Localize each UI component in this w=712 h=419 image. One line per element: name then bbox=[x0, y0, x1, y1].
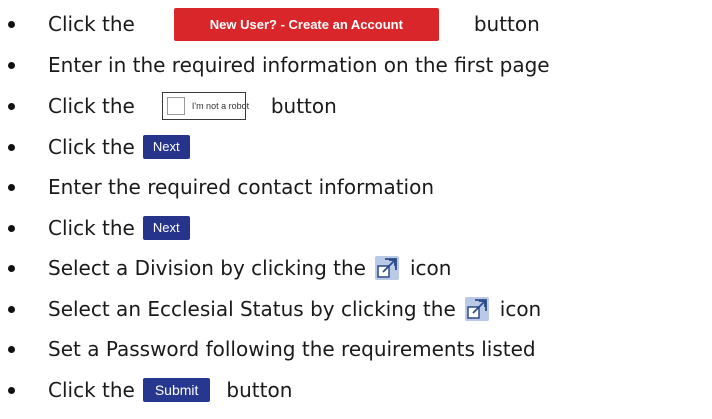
step-text: Click the bbox=[48, 94, 135, 118]
step-text-after: button bbox=[270, 94, 337, 118]
bullet-icon bbox=[8, 61, 15, 69]
bullet-icon bbox=[8, 345, 15, 353]
step-text-after: button bbox=[226, 378, 293, 402]
bullet-icon bbox=[8, 183, 15, 191]
checkbox-icon[interactable] bbox=[166, 97, 185, 115]
list-item-division: Select a Division by clicking the icon bbox=[8, 251, 451, 285]
list-item-create-account: Click the New User? - Create an Account … bbox=[8, 7, 540, 41]
step-text: Select a Division by clicking the bbox=[48, 256, 366, 280]
step-text: Click the bbox=[48, 378, 135, 402]
list-item-enter-info: Enter in the required information on the… bbox=[8, 48, 550, 82]
lookup-popup-icon[interactable] bbox=[464, 296, 490, 322]
next-button[interactable]: Next bbox=[142, 135, 190, 159]
bullet-icon bbox=[8, 305, 15, 313]
lookup-popup-icon[interactable] bbox=[374, 255, 400, 281]
step-text-after: icon bbox=[499, 297, 542, 321]
bullet-icon bbox=[8, 20, 15, 28]
bullet-icon bbox=[8, 143, 15, 151]
list-item-next-1: Click the Next bbox=[8, 130, 190, 164]
list-item-next-2: Click the Next bbox=[8, 211, 190, 245]
recaptcha-checkbox[interactable]: I'm not a robot bbox=[161, 92, 250, 120]
recaptcha-label: I'm not a robot bbox=[191, 101, 250, 111]
submit-button[interactable]: Submit bbox=[142, 378, 211, 402]
step-text: Enter in the required information on the… bbox=[48, 53, 550, 77]
step-text: Click the bbox=[48, 135, 135, 159]
create-account-button[interactable]: New User? - Create an Account bbox=[173, 7, 439, 41]
bullet-icon bbox=[8, 102, 15, 110]
next-button[interactable]: Next bbox=[142, 216, 190, 240]
bullet-icon bbox=[8, 224, 15, 232]
list-item-captcha: Click the I'm not a robot button bbox=[8, 89, 337, 123]
list-item-password: Set a Password following the requirement… bbox=[8, 332, 536, 366]
step-text-after: icon bbox=[409, 256, 452, 280]
step-text: Select an Ecclesial Status by clicking t… bbox=[48, 297, 456, 321]
list-item-submit: Click the Submit button bbox=[8, 373, 292, 407]
bullet-icon bbox=[8, 386, 15, 394]
list-item-contact-info: Enter the required contact information bbox=[8, 170, 434, 204]
bullet-icon bbox=[8, 264, 15, 272]
list-item-ecclesial-status: Select an Ecclesial Status by clicking t… bbox=[8, 292, 541, 326]
step-text: Set a Password following the requirement… bbox=[48, 337, 536, 361]
step-text: Click the bbox=[48, 12, 135, 36]
step-text: Click the bbox=[48, 216, 135, 240]
step-text-after: button bbox=[473, 12, 540, 36]
instruction-list: Click the New User? - Create an Account … bbox=[0, 0, 712, 419]
step-text: Enter the required contact information bbox=[48, 175, 435, 199]
